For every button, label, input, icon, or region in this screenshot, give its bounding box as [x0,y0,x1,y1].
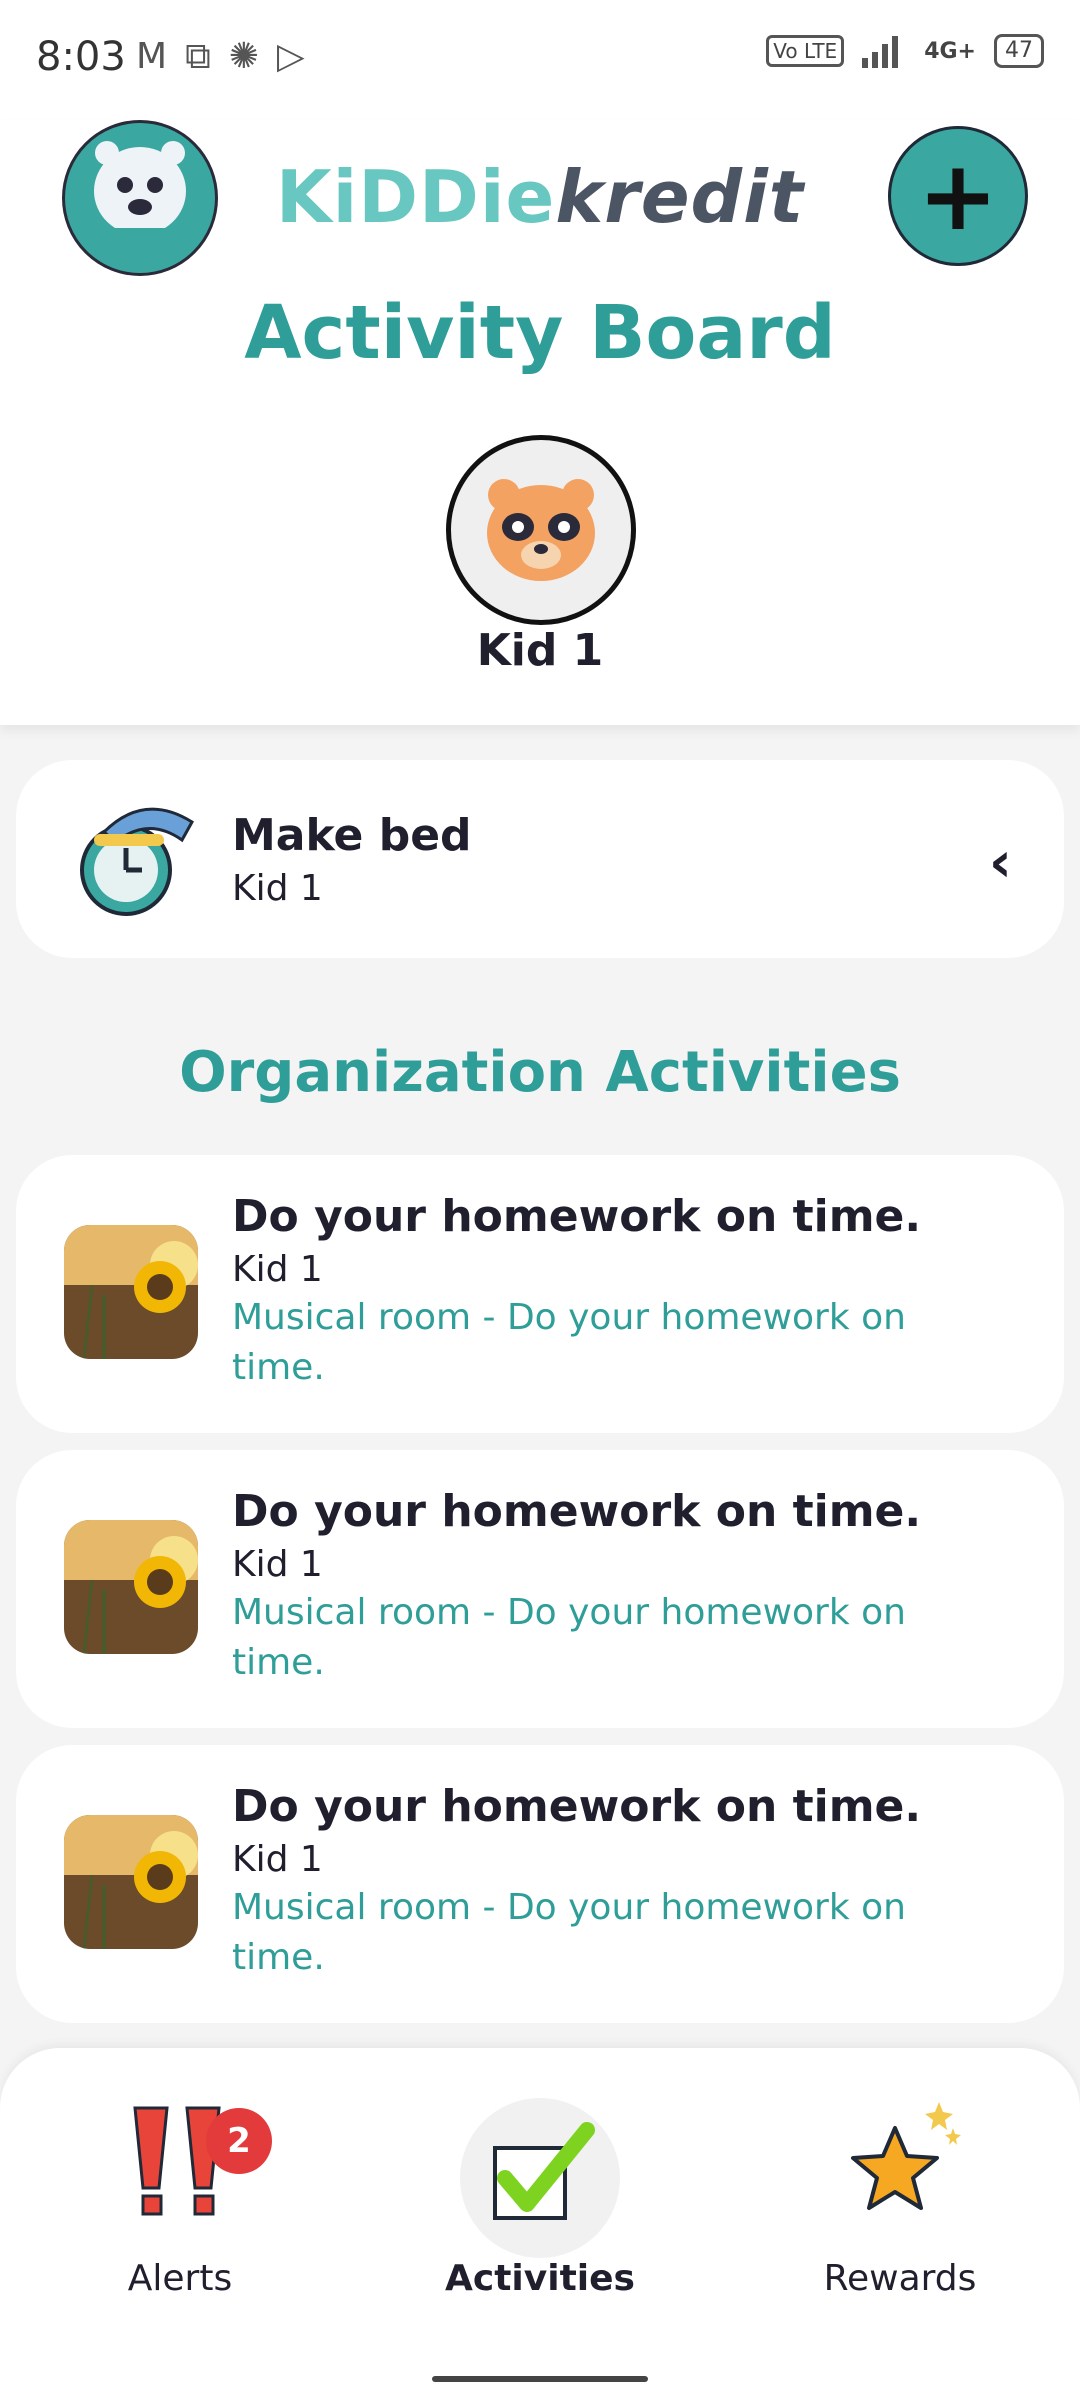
chevron-left-icon[interactable]: ‹ [989,830,1012,895]
kid-avatar[interactable] [446,435,636,625]
kid-name: Kid 1 [476,625,604,676]
activity-kid: Kid 1 [232,1544,323,1585]
activity-card[interactable]: Do your homework on time. Kid 1 Musical … [16,1450,1064,1728]
brand-logo-part2: kredit [555,155,805,239]
nav-alerts[interactable]: 2 Alerts [30,2088,330,2299]
alerts-badge: 2 [206,2108,272,2174]
activity-kid: Kid 1 [232,1839,323,1880]
activity-title: Do your homework on time. [232,1191,922,1242]
sunflower-thumbnail [64,1815,198,1949]
sunflower-thumbnail [64,1225,198,1359]
activity-title: Do your homework on time. [232,1486,922,1537]
signal-icon [862,36,899,68]
activity-card[interactable]: Do your homework on time. Kid 1 Musical … [16,1155,1064,1433]
bottom-navigation: 2 Alerts Activities Rewards [0,2048,1080,2400]
nav-label-activities: Activities [445,2258,635,2299]
network-type: 4G+ [924,38,976,64]
play-store-icon: ▷ [276,36,305,77]
status-time: 8:03 [36,34,126,80]
nav-label-rewards: Rewards [823,2258,977,2299]
volte-icon: Vo LTE [766,35,845,67]
alarm-clock-icon [64,792,198,926]
status-right-icons: Vo LTE 4G+ 47 [766,34,1044,68]
gmail-icon: M [136,36,168,77]
activity-description: Musical room - Do your homework on time. [232,1297,906,1388]
status-bar: 8:03 M ⧉ ✺ ▷ Vo LTE 4G+ 47 [0,0,1080,120]
plus-icon: + [917,140,999,252]
status-left-icons: M ⧉ ✺ ▷ [136,36,305,78]
translate-icon: ⧉ [185,36,211,77]
nav-rewards[interactable]: Rewards [750,2088,1050,2299]
star-icon [851,2102,961,2210]
page-title: Activity Board [244,290,836,376]
activity-title: Make bed [232,810,472,861]
nav-label-alerts: Alerts [127,2258,233,2299]
battery-icon: 47 [994,34,1044,68]
header: KiDDiekredit + Activity Board Kid 1 [0,120,1080,725]
activity-card[interactable]: Do your homework on time. Kid 1 Musical … [16,1745,1064,2023]
sunflower-thumbnail [64,1520,198,1654]
home-indicator[interactable] [432,2376,648,2382]
current-activity-card[interactable]: Make bed Kid 1 ‹ [16,760,1064,958]
activity-kid: Kid 1 [232,1249,323,1290]
panda-bear-icon [487,479,595,581]
activity-description: Musical room - Do your homework on time. [232,1887,906,1978]
checkmark-icon [493,2122,595,2220]
activity-title: Do your homework on time. [232,1781,922,1832]
sync-icon: ✺ [228,36,259,77]
activity-description: Musical room - Do your homework on time. [232,1592,906,1683]
section-title: Organization Activities [179,1040,901,1105]
activity-kid: Kid 1 [232,868,323,909]
nav-activities[interactable]: Activities [390,2088,690,2299]
add-button[interactable]: + [888,126,1028,266]
brand-logo-part1: KiDDie [275,155,556,239]
